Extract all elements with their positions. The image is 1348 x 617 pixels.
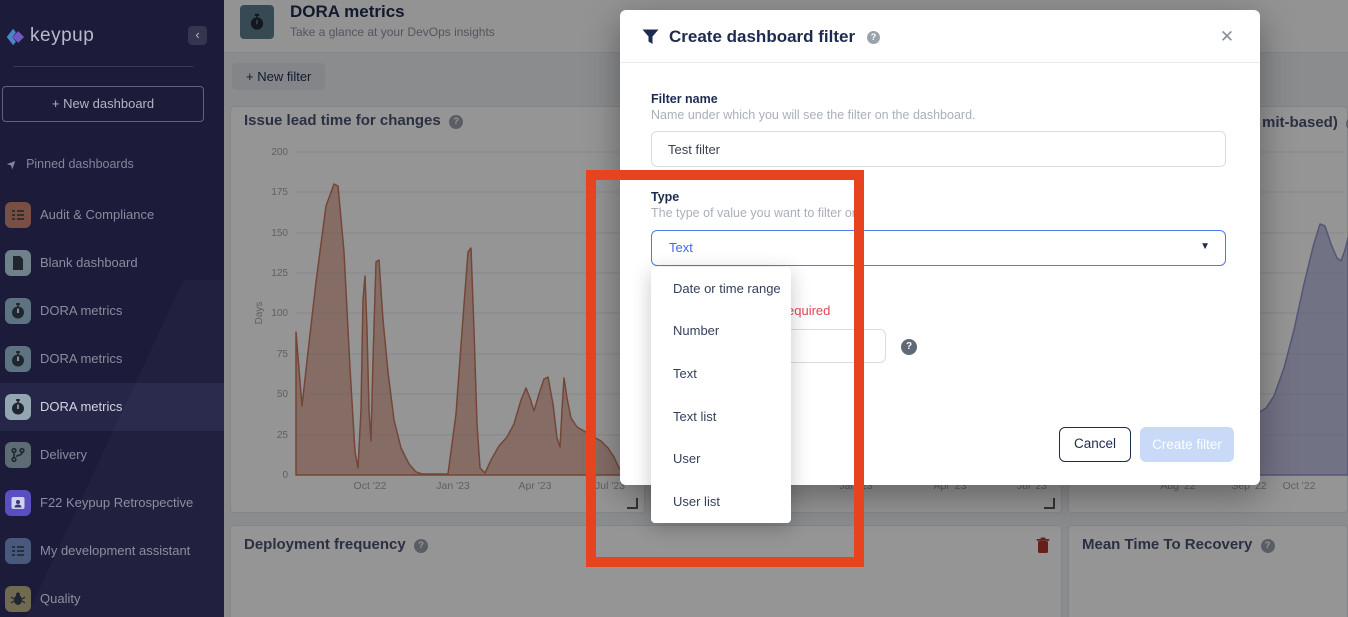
- type-dropdown-menu: Date or time range Number Text Text list…: [651, 267, 791, 523]
- close-icon[interactable]: ✕: [1216, 26, 1238, 48]
- type-select[interactable]: Text ▼: [651, 230, 1226, 266]
- new-dashboard-button[interactable]: + New dashboard: [2, 86, 204, 122]
- sidebar-item-blank-dashboard[interactable]: Blank dashboard: [0, 239, 224, 287]
- dropdown-option-user[interactable]: User: [651, 438, 791, 481]
- sidebar-item-label: Audit & Compliance: [40, 207, 154, 222]
- stopwatch-icon: [5, 394, 31, 420]
- sidebar-collapse-button[interactable]: ‹: [188, 26, 207, 45]
- stopwatch-icon: [5, 298, 31, 324]
- dropdown-option-number[interactable]: Number: [651, 310, 791, 353]
- create-filter-button[interactable]: Create filter: [1140, 427, 1234, 462]
- badge-icon: [5, 490, 31, 516]
- file-icon: [5, 250, 31, 276]
- type-description: The type of value you want to filter on: [651, 206, 859, 220]
- sidebar-item-delivery[interactable]: Delivery: [0, 431, 224, 479]
- sidebar-item-quality[interactable]: Quality: [0, 575, 224, 617]
- validation-message: equired: [787, 303, 830, 318]
- sidebar-item-audit-compliance[interactable]: Audit & Compliance: [0, 191, 224, 239]
- modal-header: Create dashboard filter ? ✕: [620, 10, 1260, 63]
- cancel-button[interactable]: Cancel: [1059, 427, 1131, 462]
- sidebar-item-f22-keypup-retrospective[interactable]: F22 Keypup Retrospective: [0, 479, 224, 527]
- modal-title: Create dashboard filter: [669, 27, 855, 47]
- filter-name-label: Filter name: [651, 92, 718, 106]
- sidebar-item-label: Blank dashboard: [40, 255, 138, 270]
- sidebar-item-dora-metrics[interactable]: DORA metrics: [0, 383, 224, 431]
- filter-name-input[interactable]: [651, 131, 1226, 167]
- keypup-logo-icon: [4, 26, 26, 48]
- sidebar-item-label: Delivery: [40, 447, 87, 462]
- pinned-dashboards-label: ➤Pinned dashboards: [7, 157, 134, 171]
- dropdown-option-date-or-time-range[interactable]: Date or time range: [651, 267, 791, 310]
- keypup-logo-text: keypup: [30, 25, 94, 47]
- sidebar-item-my-development-assistant[interactable]: My development assistant: [0, 527, 224, 575]
- dropdown-option-user-list[interactable]: User list: [651, 480, 791, 523]
- list-icon: [5, 538, 31, 564]
- pin-icon: ➤: [4, 155, 21, 172]
- list-icon: [5, 202, 31, 228]
- value-input[interactable]: [787, 329, 886, 363]
- stopwatch-icon: [5, 346, 31, 372]
- branch-icon: [5, 442, 31, 468]
- sidebar-item-label: DORA metrics: [40, 399, 122, 414]
- sidebar-item-label: My development assistant: [40, 543, 190, 558]
- divider: [13, 66, 193, 67]
- sidebar-item-label: Quality: [40, 591, 80, 606]
- sidebar-item-dora-metrics[interactable]: DORA metrics: [0, 287, 224, 335]
- filter-name-description: Name under which you will see the filter…: [651, 108, 976, 122]
- dropdown-option-text-list[interactable]: Text list: [651, 395, 791, 438]
- sidebar-item-label: DORA metrics: [40, 351, 122, 366]
- bug-icon: [5, 586, 31, 612]
- sidebar-item-dora-metrics[interactable]: DORA metrics: [0, 335, 224, 383]
- chevron-down-icon: ▼: [1200, 241, 1210, 252]
- help-icon[interactable]: ?: [901, 339, 917, 355]
- sidebar-item-label: F22 Keypup Retrospective: [40, 495, 193, 510]
- type-select-value: Text: [669, 240, 693, 255]
- sidebar-item-list: Audit & Compliance Blank dashboard DORA me…: [0, 191, 224, 617]
- app-root: DORA metrics Take a glance at your DevOp…: [0, 0, 1348, 617]
- filter-funnel-icon: [642, 29, 659, 45]
- dropdown-option-text[interactable]: Text: [651, 352, 791, 395]
- sidebar: keypup ‹ + New dashboard ➤Pinned dashboa…: [0, 0, 224, 617]
- type-label: Type: [651, 190, 679, 204]
- help-icon[interactable]: ?: [867, 31, 880, 44]
- sidebar-item-label: DORA metrics: [40, 303, 122, 318]
